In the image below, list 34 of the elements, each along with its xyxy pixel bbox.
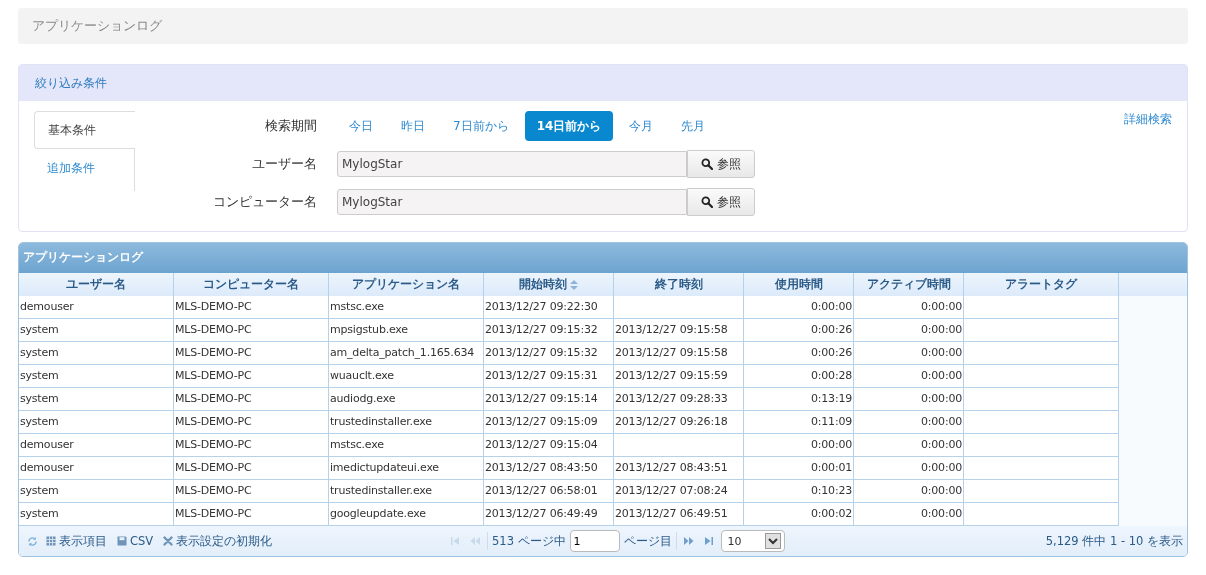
- toolbar-button[interactable]: CSV: [115, 534, 156, 548]
- period-button[interactable]: 14日前から: [524, 111, 614, 141]
- period-button[interactable]: 7日前から: [441, 111, 521, 141]
- page-total: 513 ページ中: [492, 533, 566, 549]
- period-button[interactable]: 今月: [617, 111, 666, 141]
- cross-icon: [163, 536, 174, 546]
- browse-button[interactable]: 参照: [687, 150, 755, 178]
- page-suffix: ページ目: [623, 533, 672, 549]
- caret-icon: [764, 533, 781, 549]
- filter-tab[interactable]: 追加条件: [34, 149, 134, 187]
- field-label: 検索期間: [264, 117, 318, 135]
- search-icon: [701, 196, 713, 208]
- refresh-icon[interactable]: [27, 535, 38, 547]
- filter-tab[interactable]: 基本条件: [34, 111, 135, 149]
- search-icon: [701, 158, 713, 170]
- period-button[interactable]: 昨日: [389, 111, 437, 141]
- field-label: コンピューター名: [212, 193, 318, 211]
- page-title: アプリケーションログ: [32, 17, 162, 35]
- toolbar-button[interactable]: 表示設定の初期化: [161, 533, 275, 549]
- toolbar-button[interactable]: 表示項目: [44, 533, 109, 549]
- period-button[interactable]: 先月: [669, 111, 718, 141]
- text-field[interactable]: MylogStar: [337, 189, 687, 215]
- browse-button[interactable]: 参照: [687, 188, 755, 216]
- grid-icon: [46, 536, 56, 546]
- field-label: ユーザー名: [251, 155, 318, 173]
- page-field[interactable]: 1: [569, 530, 620, 552]
- record-summary: 5,129 件中 1 - 10 を表示: [1045, 533, 1183, 549]
- grid-title: アプリケーションログ: [23, 250, 143, 265]
- advanced-search-link[interactable]: 詳細検索: [1124, 111, 1172, 128]
- page-size-select[interactable]: 10: [720, 530, 785, 552]
- text-field[interactable]: MylogStar: [337, 151, 687, 177]
- floppy-icon: [117, 536, 127, 546]
- period-button[interactable]: 今日: [337, 111, 385, 141]
- filter-title: 絞り込み条件: [35, 74, 107, 92]
